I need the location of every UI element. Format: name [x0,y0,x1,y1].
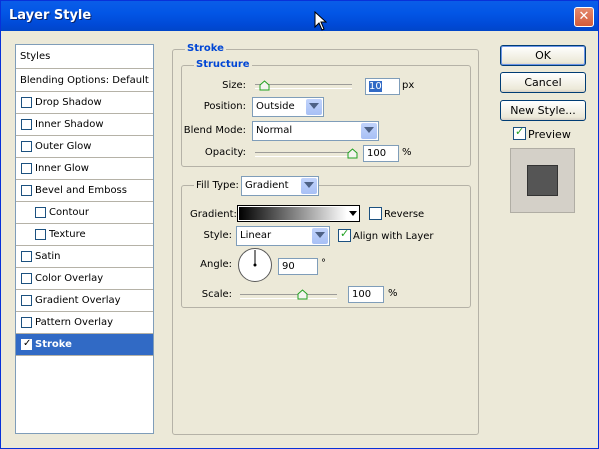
style-item-bevel-and-emboss[interactable]: Bevel and Emboss [16,180,153,202]
layer-style-dialog: Layer Style ✕ Styles Blending Options: De… [0,0,599,449]
fill-type-label: Fill Type: [194,180,241,191]
opacity-unit: % [402,147,412,158]
chevron-down-icon[interactable] [312,228,328,244]
style-item-checkbox[interactable] [21,185,32,196]
reverse-checkbox[interactable] [369,207,382,220]
style-item-inner-glow[interactable]: Inner Glow [16,158,153,180]
opacity-input[interactable]: 100 [363,145,399,162]
blend-mode-select[interactable]: Normal [252,121,379,141]
style-item-inner-shadow[interactable]: Inner Shadow [16,114,153,136]
scale-input[interactable]: 100 [348,286,384,303]
style-item-checkbox[interactable] [21,97,32,108]
style-item-label: Inner Glow [35,163,89,174]
angle-dial[interactable] [237,247,273,283]
align-with-layer-label: Align with Layer [353,231,434,242]
style-item-label: Texture [49,229,86,240]
gradient-swatch [239,207,347,220]
ok-button[interactable]: OK [500,45,586,66]
style-item-outer-glow[interactable]: Outer Glow [16,136,153,158]
position-label: Position: [203,101,246,112]
checkmark-icon: ✓ [340,227,350,240]
size-slider-thumb[interactable] [259,80,270,91]
chevron-down-icon[interactable] [306,99,322,115]
chevron-down-icon[interactable] [301,178,317,194]
gradient-picker[interactable] [237,205,360,222]
style-label: Style: [203,230,233,241]
opacity-slider[interactable] [255,152,356,157]
style-item-label: Contour [49,207,89,218]
checkmark-icon: ✓ [23,338,32,349]
close-button[interactable]: ✕ [574,7,594,27]
style-item-label: Styles [20,51,51,62]
opacity-slider-thumb[interactable] [347,148,358,159]
preview-thumbnail [510,148,575,213]
styles-list: Styles Blending Options: Default Drop Shad… [15,44,154,434]
checkmark-icon: ✓ [515,125,525,138]
blend-mode-label: Blend Mode: [183,125,246,136]
style-item-label: Color Overlay [35,273,104,284]
style-item-stroke[interactable]: ✓ Stroke [16,334,153,356]
size-input[interactable]: 10 [365,78,400,95]
new-style-button[interactable]: New Style... [500,100,586,121]
style-item-checkbox[interactable] [21,141,32,152]
style-item-drop-shadow[interactable]: Drop Shadow [16,92,153,114]
reverse-label: Reverse [384,209,425,220]
style-item-texture[interactable]: Texture [16,224,153,246]
align-with-layer-checkbox[interactable]: ✓ [338,227,351,242]
style-item-styles[interactable]: Styles [16,45,153,69]
style-item-label: Outer Glow [35,141,92,152]
position-select[interactable]: Outside [252,97,324,117]
stroke-group-title: Stroke [185,43,226,54]
angle-input[interactable]: 90 [278,258,318,275]
title-bar[interactable]: Layer Style ✕ [1,1,598,31]
preview-checkbox[interactable]: ✓ [513,125,526,140]
style-item-checkbox[interactable] [21,119,32,130]
style-item-contour[interactable]: Contour [16,202,153,224]
style-item-label: Gradient Overlay [35,295,121,306]
scale-slider[interactable] [240,294,337,299]
style-item-satin[interactable]: Satin [16,246,153,268]
preview-swatch [527,165,558,196]
structure-group-title: Structure [194,59,252,70]
angle-unit: ° [321,258,326,269]
fill-type-select[interactable]: Gradient [241,176,319,196]
mouse-cursor-icon [314,11,327,31]
style-item-label: Inner Shadow [35,119,104,130]
size-unit: px [402,80,415,91]
style-item-gradient-overlay[interactable]: Gradient Overlay [16,290,153,312]
style-item-label: Drop Shadow [35,97,102,108]
style-item-checkbox[interactable] [21,273,32,284]
angle-label: Angle: [200,259,232,270]
style-item-blending-options-default[interactable]: Blending Options: Default [16,69,153,92]
style-item-checkbox[interactable] [21,317,32,328]
chevron-down-icon[interactable] [349,211,357,216]
scale-unit: % [388,288,398,299]
style-item-label: Blending Options: Default [20,75,149,86]
size-label: Size: [222,80,246,91]
style-item-checkbox[interactable] [21,163,32,174]
gradient-label: Gradient: [190,209,237,220]
window-title: Layer Style [9,8,92,23]
style-item-checkbox[interactable] [35,207,46,218]
style-item-checkbox[interactable] [21,251,32,262]
chevron-down-icon[interactable] [361,123,377,139]
cancel-button[interactable]: Cancel [500,72,586,93]
style-item-checkbox[interactable] [21,295,32,306]
style-item-checkbox[interactable]: ✓ [21,338,32,350]
style-item-label: Bevel and Emboss [35,185,127,196]
opacity-label: Opacity: [204,147,246,158]
style-item-label: Pattern Overlay [35,317,114,328]
scale-label: Scale: [201,289,232,300]
style-select[interactable]: Linear [236,226,330,246]
style-item-checkbox[interactable] [35,229,46,240]
style-item-label: Satin [35,251,61,262]
scale-slider-thumb[interactable] [297,289,308,300]
style-item-pattern-overlay[interactable]: Pattern Overlay [16,312,153,334]
style-item-color-overlay[interactable]: Color Overlay [16,268,153,290]
preview-label: Preview [528,128,571,141]
style-item-label: Stroke [35,339,72,350]
